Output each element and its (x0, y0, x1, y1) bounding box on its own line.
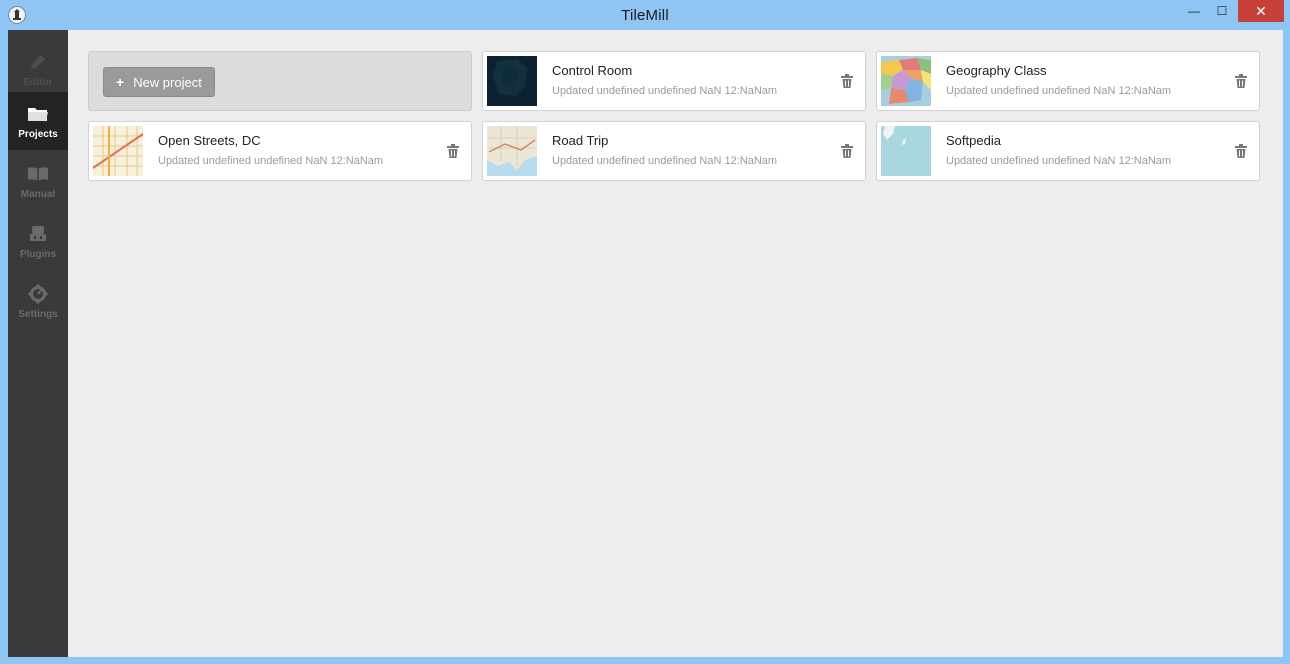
sidebar-item-manual[interactable]: Manual (8, 152, 68, 210)
folder-icon (26, 102, 50, 126)
trash-icon[interactable] (841, 74, 853, 88)
project-updated: Updated undefined undefined NaN 12:NaNam (158, 155, 384, 167)
new-project-label: New project (133, 74, 202, 90)
sidebar-item-plugins[interactable]: Plugins (8, 212, 68, 270)
sidebar-item-label: Editor (23, 77, 53, 88)
pencil-icon (26, 50, 50, 74)
sidebar-item-label: Manual (20, 189, 56, 200)
plus-icon: + (116, 74, 125, 90)
project-updated: Updated undefined undefined NaN 12:NaNam (552, 155, 778, 167)
book-icon (26, 162, 50, 186)
project-name: Open Streets, DC (158, 133, 261, 148)
sidebar-item-label: Projects (18, 129, 58, 140)
trash-icon[interactable] (841, 144, 853, 158)
project-name: Control Room (552, 63, 633, 78)
project-thumbnail (881, 126, 931, 176)
app-frame: Editor Projects Manual Plugins Settings … (8, 30, 1283, 657)
project-card-open-streets-dc[interactable]: Open Streets, DC Updated undefined undef… (88, 121, 472, 181)
trash-icon[interactable] (1235, 74, 1247, 88)
project-name: Road Trip (552, 133, 609, 148)
project-card-softpedia[interactable]: Softpedia Updated undefined undefined Na… (876, 121, 1260, 181)
project-name: Softpedia (946, 133, 1001, 148)
new-project-button[interactable]: + New project (103, 67, 215, 97)
trash-icon[interactable] (1235, 144, 1247, 158)
project-updated: Updated undefined undefined NaN 12:NaNam (946, 155, 1172, 167)
app-icon[interactable] (8, 6, 26, 24)
project-thumbnail (881, 56, 931, 106)
project-card-road-trip[interactable]: Road Trip Updated undefined undefined Na… (482, 121, 866, 181)
new-project-panel: + New project (88, 51, 472, 111)
minimize-button[interactable]: — (1180, 0, 1208, 22)
sidebar: Editor Projects Manual Plugins Settings (8, 30, 68, 657)
close-button[interactable]: ✕ (1238, 0, 1284, 22)
gear-icon (26, 282, 50, 306)
plugin-icon (26, 222, 50, 246)
project-thumbnail (487, 56, 537, 106)
sidebar-item-label: Plugins (19, 249, 57, 260)
sidebar-item-projects[interactable]: Projects (8, 92, 68, 150)
tilemill-logo-icon (13, 9, 21, 20)
title-bar: TileMill (0, 0, 1290, 30)
project-name: Geography Class (946, 63, 1047, 78)
sidebar-item-editor[interactable]: Editor (8, 40, 68, 98)
project-card-geography-class[interactable]: Geography Class Updated undefined undefi… (876, 51, 1260, 111)
maximize-button[interactable]: ☐ (1208, 0, 1236, 22)
window-title: TileMill (621, 6, 669, 24)
sidebar-item-label: Settings (18, 309, 58, 320)
project-card-control-room[interactable]: Control Room Updated undefined undefined… (482, 51, 866, 111)
project-thumbnail (93, 126, 143, 176)
trash-icon[interactable] (447, 144, 459, 158)
project-updated: Updated undefined undefined NaN 12:NaNam (946, 85, 1172, 97)
project-thumbnail (487, 126, 537, 176)
sidebar-item-settings[interactable]: Settings (8, 272, 68, 330)
project-updated: Updated undefined undefined NaN 12:NaNam (552, 85, 778, 97)
